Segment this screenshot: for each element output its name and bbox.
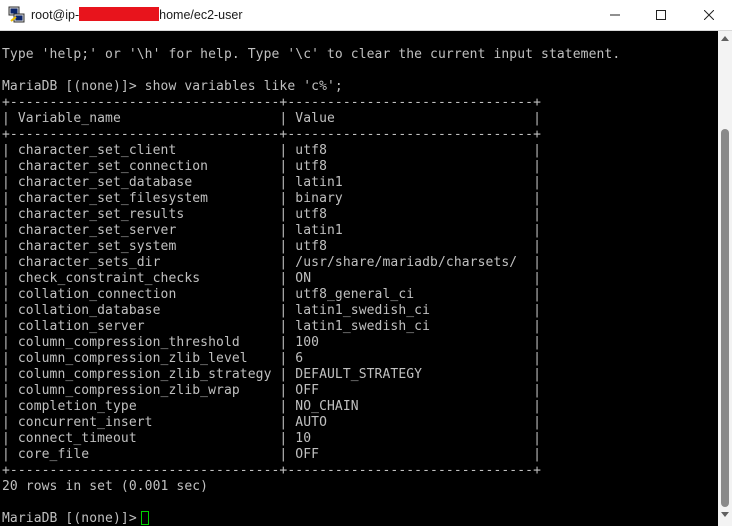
table-row: | column_compression_zlib_level | 6 | — [2, 351, 542, 366]
table-row: | collation_connection | utf8_general_ci… — [2, 287, 542, 302]
table-row: | column_compression_threshold | 100 | — [2, 335, 542, 350]
maximize-icon — [656, 10, 666, 20]
redacted-hostname — [79, 7, 160, 21]
prompt-text: MariaDB [(none)]> — [2, 511, 137, 526]
title-bar[interactable]: root@ip-home/ec2-user — [0, 0, 732, 31]
maximize-button[interactable] — [638, 0, 684, 30]
table-row: | character_set_results | utf8 | — [2, 207, 542, 222]
scrollbar-thumb[interactable] — [721, 129, 729, 507]
close-icon — [704, 10, 714, 20]
table-header: | Variable_name | Value | — [2, 111, 542, 126]
table-row: | character_set_server | latin1 | — [2, 223, 542, 238]
terminal-window: root@ip-home/ec2-user Type 'help;' or '\… — [0, 0, 732, 526]
result-summary: 20 rows in set (0.001 sec) — [2, 479, 209, 494]
window-title-suffix: home/ec2-user — [159, 8, 243, 22]
terminal-line: MariaDB [(none)]> show variables like 'c… — [2, 79, 343, 94]
minimize-icon — [610, 14, 620, 16]
window-title-prefix: root@ip- — [31, 8, 80, 22]
table-border: +----------------------------------+----… — [2, 95, 542, 110]
table-border: +----------------------------------+----… — [2, 127, 542, 142]
terminal-line: Type 'help;' or '\h' for help. Type '\c'… — [2, 47, 621, 62]
table-row: | collation_server | latin1_swedish_ci | — [2, 319, 542, 334]
table-row: | completion_type | NO_CHAIN | — [2, 399, 542, 414]
window-title: root@ip-home/ec2-user — [31, 7, 243, 23]
table-row: | character_set_client | utf8 | — [2, 143, 542, 158]
table-row: | character_set_system | utf8 | — [2, 239, 542, 254]
prompt-line[interactable]: MariaDB [(none)]> — [2, 511, 149, 526]
putty-icon — [8, 6, 25, 23]
table-row: | column_compression_zlib_wrap | OFF | — [2, 383, 542, 398]
minimize-button[interactable] — [592, 0, 638, 30]
table-row: | check_constraint_checks | ON | — [2, 271, 542, 286]
table-row: | connect_timeout | 10 | — [2, 431, 542, 446]
table-border: +----------------------------------+----… — [2, 463, 542, 478]
table-row: | character_sets_dir | /usr/share/mariad… — [2, 255, 542, 270]
terminal-output[interactable]: Type 'help;' or '\h' for help. Type '\c'… — [0, 31, 718, 526]
scroll-up-arrow-icon[interactable] — [721, 35, 729, 41]
table-row: | collation_database | latin1_swedish_ci… — [2, 303, 542, 318]
table-row: | core_file | OFF | — [2, 447, 542, 462]
text-cursor — [140, 511, 149, 525]
table-row: | concurrent_insert | AUTO | — [2, 415, 542, 430]
table-row: | character_set_filesystem | binary | — [2, 191, 542, 206]
table-row: | character_set_database | latin1 | — [2, 175, 542, 190]
table-row: | column_compression_zlib_strategy | DEF… — [2, 367, 542, 382]
scroll-down-arrow-icon[interactable] — [721, 512, 729, 518]
table-row: | character_set_connection | utf8 | — [2, 159, 542, 174]
close-button[interactable] — [686, 0, 732, 30]
vertical-scrollbar[interactable] — [718, 31, 732, 526]
